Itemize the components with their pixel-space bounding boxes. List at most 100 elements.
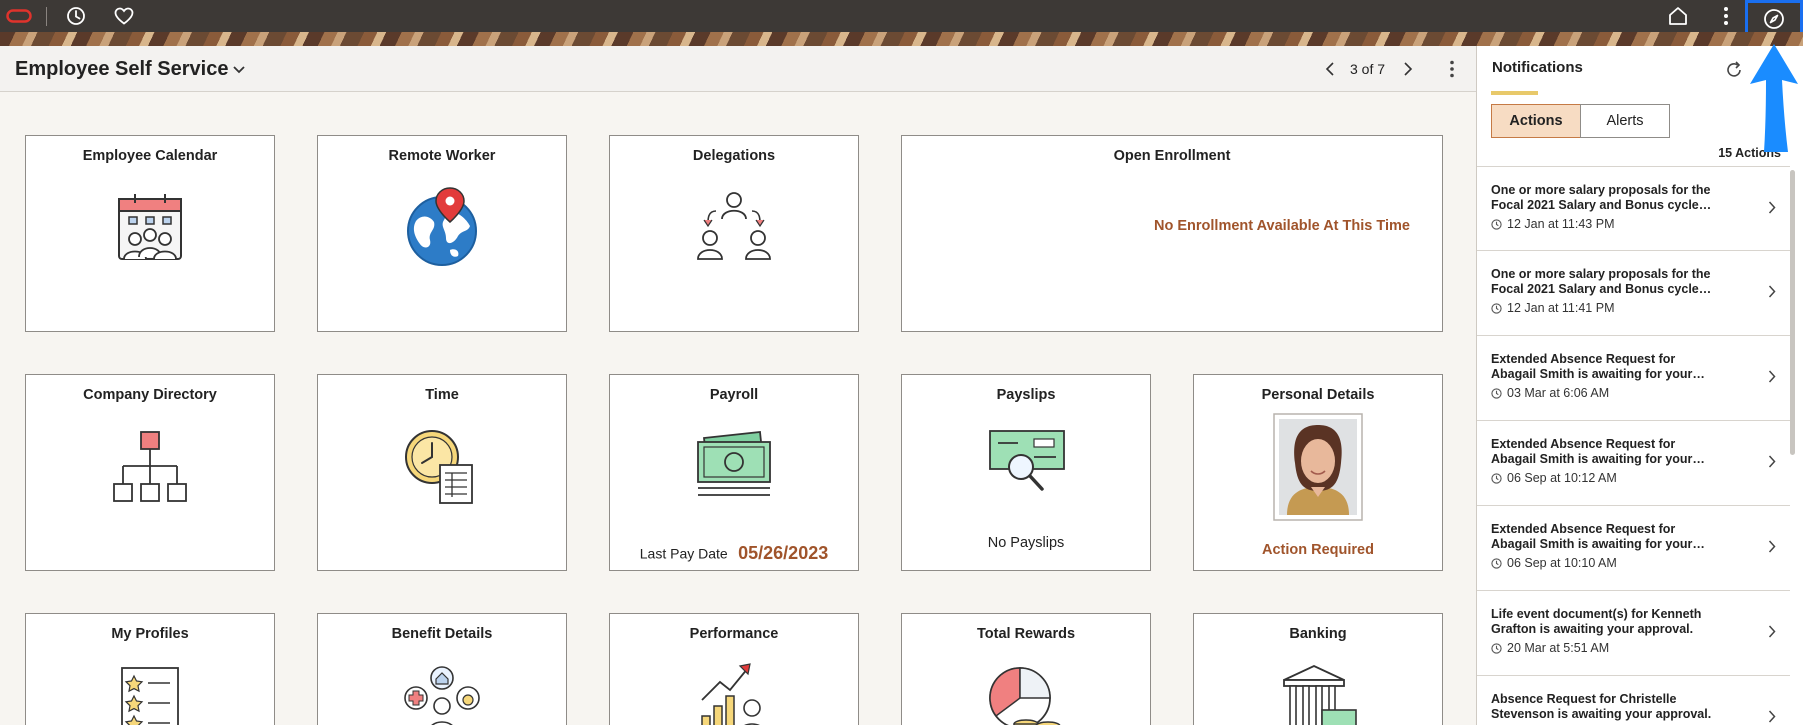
notification-item[interactable]: Extended Absence Request for Abagail Smit… — [1477, 336, 1790, 421]
tile-title: Time — [425, 387, 459, 403]
tile-title: Remote Worker — [388, 148, 496, 164]
payslips-status: No Payslips — [987, 535, 1065, 551]
tile-performance[interactable]: Performance — [609, 613, 859, 725]
annotation-arrow-icon — [1750, 44, 1798, 152]
notification-message: One or more salary proposals for the Foca… — [1491, 183, 1712, 212]
tile-title: Total Rewards — [976, 626, 1076, 642]
history-icon[interactable] — [60, 0, 92, 32]
chevron-right-icon[interactable] — [1768, 540, 1776, 558]
notification-message: Life event document(s) for Kenneth Grafto… — [1491, 607, 1702, 636]
notification-item[interactable]: Extended Absence Request for Abagail Smit… — [1477, 506, 1790, 591]
cash-icon — [694, 430, 774, 505]
chevron-right-icon[interactable] — [1768, 201, 1776, 219]
check-magnifier-icon — [986, 427, 1066, 502]
tile-my-profiles[interactable]: My Profiles — [25, 613, 275, 725]
tile-remote-worker[interactable]: Remote Worker — [317, 135, 567, 332]
tile-employee-calendar[interactable]: Employee Calendar — [25, 135, 275, 332]
benefits-circle-icon — [402, 664, 482, 725]
chevron-right-icon[interactable] — [1768, 455, 1776, 473]
notification-item[interactable]: Extended Absence Request for Abagail Smit… — [1477, 421, 1790, 506]
tile-title: Benefit Details — [391, 626, 493, 642]
notification-time: 12 Jan at 11:43 PM — [1491, 217, 1750, 231]
bank-building-icon — [1278, 664, 1358, 725]
oracle-logo-icon[interactable] — [4, 0, 34, 32]
pie-coins-icon — [986, 664, 1066, 725]
notification-item[interactable]: One or more salary proposals for the Foca… — [1477, 166, 1790, 251]
tile-time[interactable]: Time — [317, 374, 567, 571]
clock-icon — [1491, 218, 1502, 230]
clock-icon — [1491, 302, 1502, 314]
tile-title: Performance — [689, 626, 779, 642]
clock-timesheet-icon — [402, 427, 482, 512]
title-accent-bar — [1491, 91, 1538, 95]
tile-benefit-details[interactable]: Benefit Details — [317, 613, 567, 725]
tile-title: Payroll — [709, 387, 759, 403]
last-pay-row: Last Pay Date 05/26/2023 — [610, 543, 858, 564]
vertical-dots-icon[interactable] — [1712, 0, 1740, 32]
notification-item[interactable]: One or more salary proposals for the Foca… — [1477, 251, 1790, 336]
notification-message: Extended Absence Request for Abagail Smit… — [1491, 352, 1705, 381]
tile-open-enrollment[interactable]: Open Enrollment No Enrollment Available … — [901, 135, 1443, 332]
delegation-people-icon — [694, 191, 774, 268]
notification-time: 20 Mar at 5:51 AM — [1491, 641, 1750, 655]
clock-icon — [1491, 557, 1502, 569]
tile-title: Personal Details — [1261, 387, 1375, 403]
chevron-right-icon[interactable] — [1768, 285, 1776, 303]
enrollment-status: No Enrollment Available At This Time — [1154, 218, 1410, 234]
tile-title: Payslips — [996, 387, 1056, 403]
topbar-divider — [46, 7, 47, 26]
notification-item[interactable]: Absence Request for Christelle Stevenson … — [1477, 676, 1790, 725]
notification-message: One or more salary proposals for the Foca… — [1491, 267, 1712, 296]
notification-list: One or more salary proposals for the Foca… — [1477, 166, 1790, 725]
next-page-button[interactable] — [1398, 58, 1418, 80]
last-pay-label: Last Pay Date — [639, 545, 728, 562]
tile-payroll[interactable]: Payroll Last Pay Date 05/26/2023 — [609, 374, 859, 571]
tile-grid: Employee Calendar Remote Worker Delegati… — [0, 92, 1476, 725]
notification-item[interactable]: Life event document(s) for Kenneth Grafto… — [1477, 591, 1790, 676]
notification-message: Extended Absence Request for Abagail Smit… — [1491, 522, 1705, 551]
tile-title: Delegations — [692, 148, 776, 164]
tile-delegations[interactable]: Delegations — [609, 135, 859, 332]
notifications-scrollbar[interactable] — [1790, 170, 1795, 455]
tile-personal-details[interactable]: Personal Details Action Required — [1193, 374, 1443, 571]
favorites-heart-icon[interactable] — [108, 0, 140, 32]
notification-time: 06 Sep at 10:10 AM — [1491, 556, 1750, 570]
performance-chart-icon — [694, 660, 774, 725]
notification-time: 03 Mar at 6:06 AM — [1491, 386, 1750, 400]
chevron-right-icon[interactable] — [1768, 710, 1776, 725]
notification-time: 06 Sep at 10:12 AM — [1491, 471, 1750, 485]
tab-alerts[interactable]: Alerts — [1580, 104, 1670, 138]
tile-banking[interactable]: Banking — [1193, 613, 1443, 725]
clock-icon — [1491, 387, 1502, 399]
tab-actions[interactable]: Actions — [1491, 104, 1581, 138]
home-icon[interactable] — [1662, 0, 1694, 32]
tile-payslips[interactable]: Payslips No Payslips — [901, 374, 1151, 571]
calendar-people-icon — [115, 191, 185, 272]
notification-message: Extended Absence Request for Abagail Smit… — [1491, 437, 1705, 466]
clock-icon — [1491, 642, 1502, 654]
tile-title: Company Directory — [83, 387, 217, 403]
refresh-icon[interactable] — [1722, 58, 1746, 82]
org-chart-icon — [110, 430, 190, 511]
notification-message: Absence Request for Christelle Stevenson … — [1491, 692, 1712, 721]
tile-title: Open Enrollment — [1113, 148, 1231, 164]
chevron-right-icon[interactable] — [1768, 370, 1776, 388]
decorative-banner — [0, 32, 1803, 46]
page-title[interactable]: Employee Self Service — [15, 58, 228, 81]
profile-list-icon — [118, 666, 182, 725]
page-indicator: 3 of 7 — [1350, 61, 1386, 77]
clock-icon — [1491, 472, 1502, 484]
profile-photo — [1273, 413, 1363, 526]
notifications-title: Notifications — [1492, 59, 1583, 76]
notification-time: 12 Jan at 11:41 PM — [1491, 301, 1750, 315]
tile-title: Employee Calendar — [82, 148, 218, 164]
page-header: Employee Self Service 3 of 7 — [0, 46, 1476, 92]
globe-pin-icon — [402, 186, 482, 271]
tile-company-directory[interactable]: Company Directory — [25, 374, 275, 571]
chevron-right-icon[interactable] — [1768, 625, 1776, 643]
tile-total-rewards[interactable]: Total Rewards — [901, 613, 1151, 725]
chevron-down-icon[interactable] — [232, 58, 246, 85]
top-navigation-bar — [0, 0, 1803, 38]
previous-page-button[interactable] — [1320, 58, 1340, 80]
page-menu-icon[interactable] — [1444, 56, 1460, 82]
